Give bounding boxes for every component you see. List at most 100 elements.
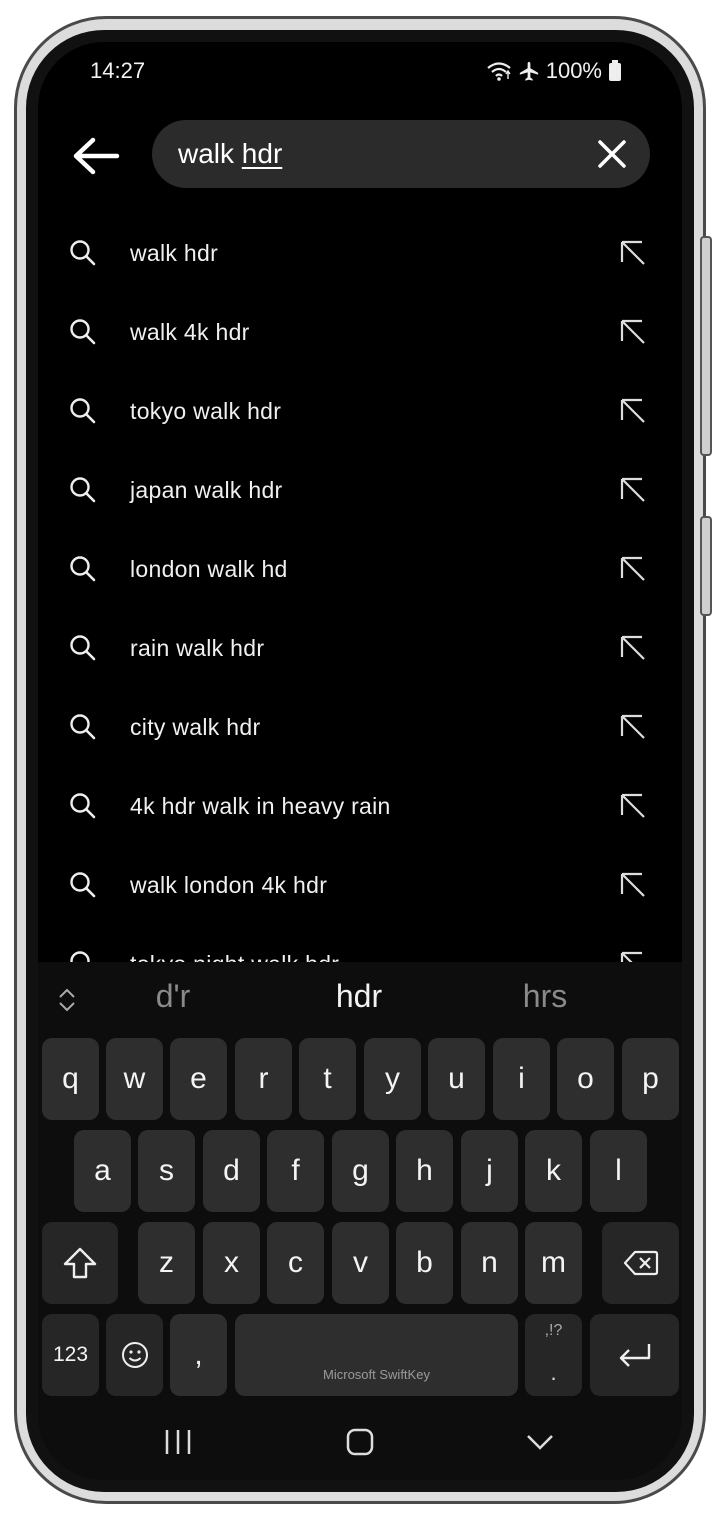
shift-icon: [63, 1247, 97, 1279]
suggestion-label: japan walk hdr: [130, 477, 283, 503]
emoji-icon: [121, 1342, 148, 1368]
search-input[interactable]: walk hdr: [152, 120, 650, 188]
key-k[interactable]: k: [525, 1130, 582, 1212]
search-icon: [70, 793, 96, 819]
close-icon: [598, 140, 626, 168]
expand-toolbar-icon[interactable]: [56, 986, 78, 1014]
key-g[interactable]: g: [332, 1130, 389, 1212]
word-suggestion-right[interactable]: hrs: [523, 978, 567, 1015]
suggestion-item[interactable]: japan walk hdr: [38, 451, 682, 530]
key-y[interactable]: y: [364, 1038, 421, 1120]
key-c[interactable]: c: [267, 1222, 324, 1304]
suggestion-item[interactable]: 4k hdr walk in heavy rain: [38, 767, 682, 846]
recent-apps-button[interactable]: [158, 1424, 198, 1460]
search-icon: [70, 951, 90, 962]
suggestion-item[interactable]: walk hdr: [38, 214, 682, 293]
arrow-up-left-icon[interactable]: [616, 236, 650, 270]
search-icon: [70, 714, 96, 740]
punctuation-alt-label: ,!?: [544, 1322, 563, 1339]
home-icon: [346, 1428, 374, 1456]
key-m[interactable]: m: [525, 1222, 582, 1304]
key-l[interactable]: l: [590, 1130, 647, 1212]
status-bar: 14:27 100%: [38, 42, 682, 98]
key-f[interactable]: f: [267, 1130, 324, 1212]
suggestion-item[interactable]: rain walk hdr: [38, 609, 682, 688]
enter-key[interactable]: [590, 1314, 679, 1396]
search-query-plain: walk: [178, 138, 242, 169]
search-icon: [70, 556, 96, 582]
space-brand-label: Microsoft SwiftKey: [323, 1367, 430, 1382]
status-icons: 100%: [486, 58, 622, 84]
suggestion-label: tokyo walk hdr: [130, 398, 282, 424]
suggestion-item[interactable]: city walk hdr: [38, 688, 682, 767]
suggestion-item[interactable]: walk london 4k hdr: [38, 846, 682, 925]
suggestion-label: tokyo night walk hdr: [130, 951, 339, 962]
chevron-down-icon: [527, 1435, 553, 1450]
arrow-up-left-icon[interactable]: [616, 868, 650, 902]
status-time: 14:27: [90, 58, 146, 83]
comma-key[interactable]: ,: [170, 1314, 227, 1396]
key-p[interactable]: p: [622, 1038, 679, 1120]
search-icon: [70, 398, 96, 424]
back-button[interactable]: [66, 132, 126, 180]
enter-icon: [619, 1344, 650, 1367]
backspace-key[interactable]: [602, 1222, 679, 1304]
space-key[interactable]: Microsoft SwiftKey: [235, 1314, 518, 1396]
arrow-up-left-icon[interactable]: [616, 394, 650, 428]
arrow-up-left-icon[interactable]: [616, 473, 650, 507]
key-j[interactable]: j: [461, 1130, 518, 1212]
volume-button: [700, 236, 712, 456]
keyboard: d'r hdr hrs q w e r t y u i o p a s d f g h j k l z x c v b n m 12…: [38, 962, 682, 1480]
arrow-up-left-icon[interactable]: [616, 552, 650, 586]
key-w[interactable]: w: [106, 1038, 163, 1120]
key-e[interactable]: e: [170, 1038, 227, 1120]
recent-apps-icon: [165, 1430, 191, 1454]
search-icon: [70, 319, 96, 345]
key-h[interactable]: h: [396, 1130, 453, 1212]
arrow-up-left-icon[interactable]: [616, 789, 650, 823]
key-b[interactable]: b: [396, 1222, 453, 1304]
key-i[interactable]: i: [493, 1038, 550, 1120]
key-d[interactable]: d: [203, 1130, 260, 1212]
key-n[interactable]: n: [461, 1222, 518, 1304]
key-u[interactable]: u: [428, 1038, 485, 1120]
key-x[interactable]: x: [203, 1222, 260, 1304]
key-v[interactable]: v: [332, 1222, 389, 1304]
shift-key[interactable]: [42, 1222, 118, 1304]
key-a[interactable]: a: [74, 1130, 131, 1212]
search-icon: [70, 240, 96, 266]
arrow-up-left-icon[interactable]: [616, 315, 650, 349]
arrow-up-left-icon[interactable]: [616, 947, 650, 962]
suggestion-item[interactable]: walk 4k hdr: [38, 293, 682, 372]
key-o[interactable]: o: [557, 1038, 614, 1120]
suggestion-item[interactable]: tokyo night walk hdr: [38, 925, 682, 962]
punctuation-key[interactable]: ,!?.: [525, 1314, 582, 1396]
key-q[interactable]: q: [42, 1038, 99, 1120]
key-z[interactable]: z: [138, 1222, 195, 1304]
arrow-up-left-icon[interactable]: [616, 631, 650, 665]
power-button: [700, 516, 712, 616]
arrow-up-left-icon[interactable]: [616, 710, 650, 744]
search-query-composing: hdr: [241, 138, 283, 169]
suggestion-label: walk 4k hdr: [130, 319, 250, 345]
suggestion-item[interactable]: london walk hd: [38, 530, 682, 609]
clear-search-button[interactable]: [594, 136, 630, 172]
word-suggestion-center[interactable]: hdr: [336, 978, 382, 1015]
suggestion-label: london walk hd: [130, 556, 288, 582]
airplane-icon: [518, 60, 540, 82]
home-button[interactable]: [340, 1424, 380, 1460]
battery-percent: 100%: [545, 58, 602, 83]
key-s[interactable]: s: [138, 1130, 195, 1212]
key-t[interactable]: t: [299, 1038, 356, 1120]
navigation-bar: [38, 1404, 682, 1480]
key-r[interactable]: r: [235, 1038, 292, 1120]
emoji-key[interactable]: [106, 1314, 163, 1396]
search-query[interactable]: walk hdr: [178, 138, 282, 170]
numbers-key[interactable]: 123: [42, 1314, 99, 1396]
suggestion-label: walk hdr: [130, 240, 219, 266]
arrow-left-icon: [73, 137, 120, 175]
suggestion-item[interactable]: tokyo walk hdr: [38, 372, 682, 451]
word-suggestion-left[interactable]: d'r: [156, 978, 191, 1015]
search-icon: [70, 872, 96, 898]
hide-keyboard-button[interactable]: [520, 1424, 560, 1460]
